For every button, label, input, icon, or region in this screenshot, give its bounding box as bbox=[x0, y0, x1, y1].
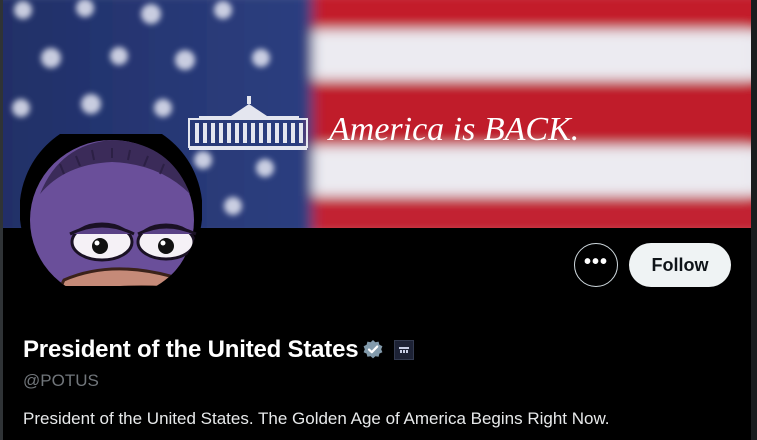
profile-name-row: President of the United States bbox=[23, 336, 415, 364]
follow-button[interactable]: Follow bbox=[629, 243, 731, 287]
frog-avatar-icon bbox=[19, 118, 203, 302]
affiliation-badge-icon[interactable] bbox=[394, 340, 415, 360]
display-name: President of the United States bbox=[23, 336, 359, 363]
more-options-icon: ••• bbox=[583, 251, 608, 273]
window-frame-right bbox=[751, 0, 757, 440]
profile-avatar[interactable] bbox=[19, 118, 203, 302]
banner-headline: America is BACK. bbox=[327, 111, 579, 148]
more-options-button[interactable]: ••• bbox=[574, 243, 618, 287]
verified-badge-icon[interactable] bbox=[362, 339, 384, 361]
profile-handle: @POTUS bbox=[23, 371, 99, 390]
profile-bio: President of the United States. The Gold… bbox=[23, 409, 610, 428]
